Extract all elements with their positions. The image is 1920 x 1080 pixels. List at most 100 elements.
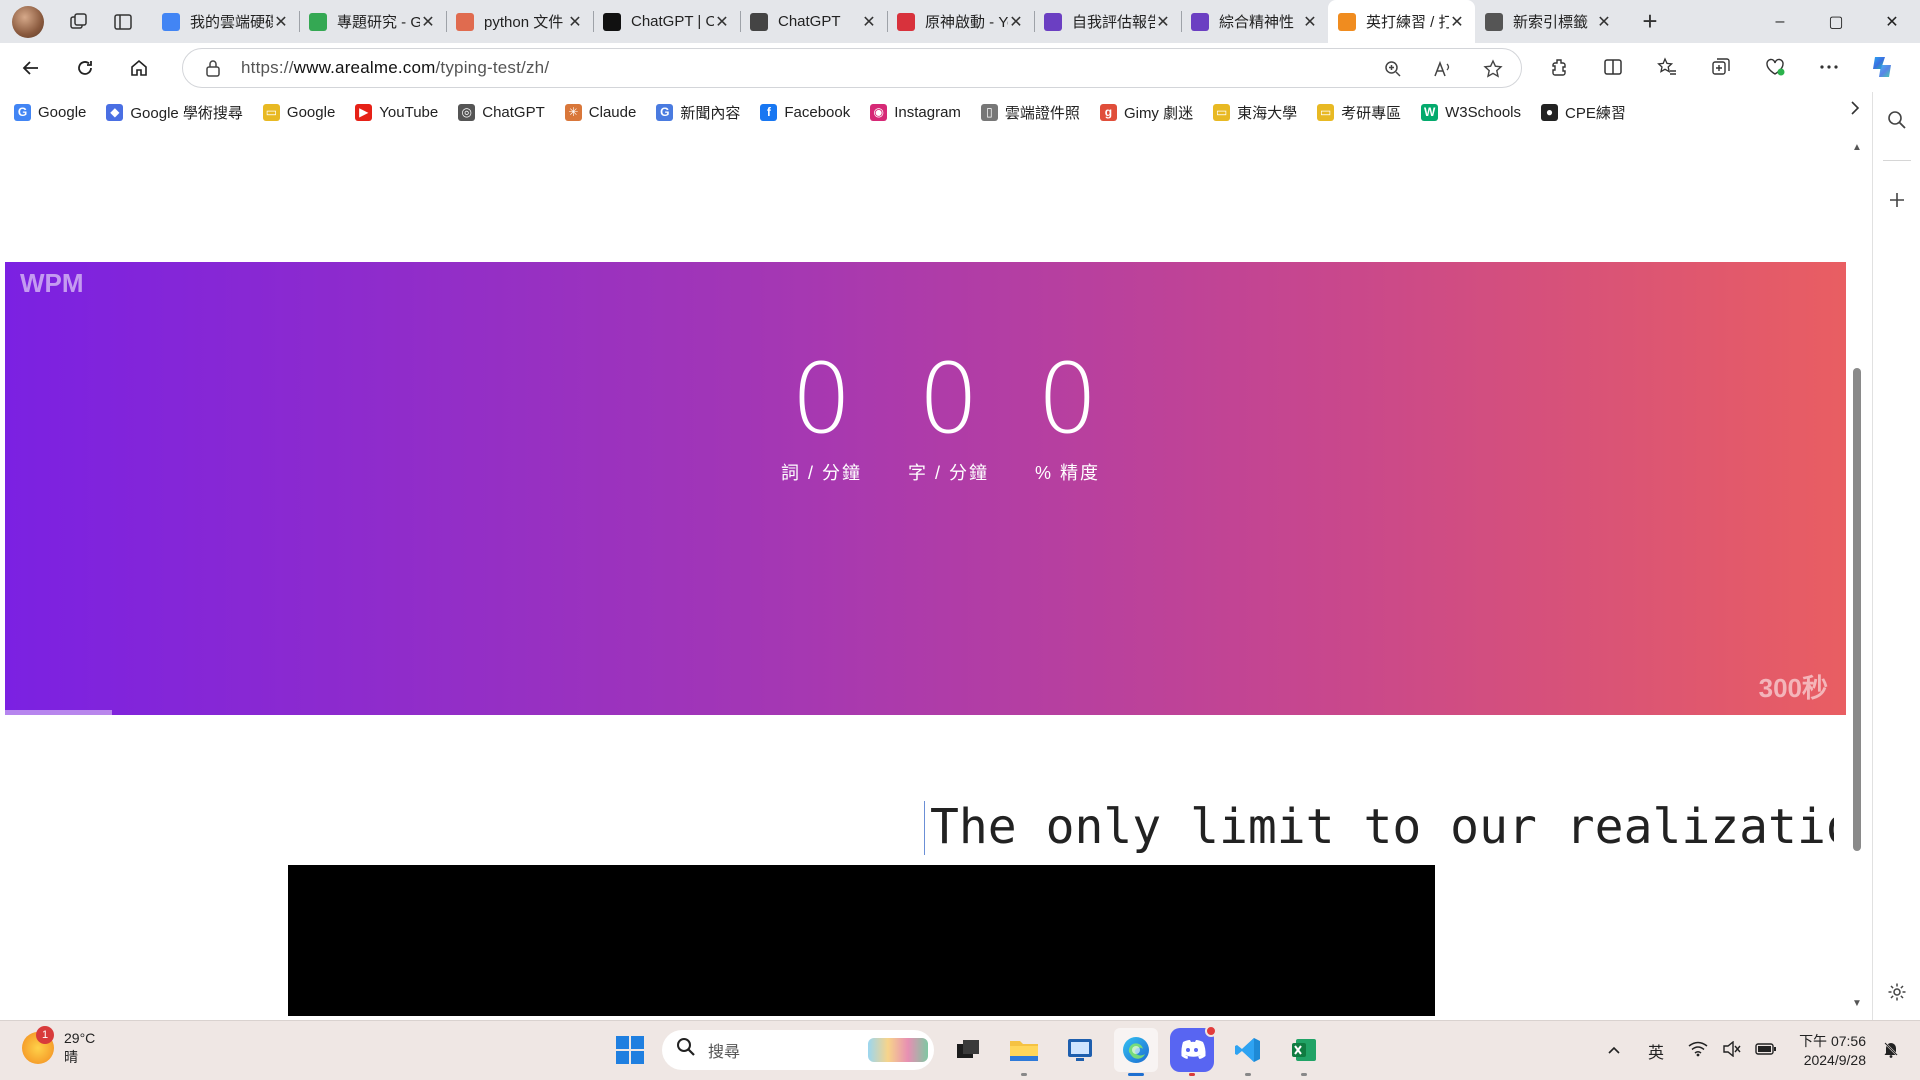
bookmark-item[interactable]: G Google bbox=[14, 103, 86, 121]
tab-close-icon[interactable]: ✕ bbox=[1008, 12, 1024, 32]
bookmark-favicon-icon: ✳ bbox=[564, 103, 582, 121]
bookmark-item[interactable]: ◎ ChatGPT bbox=[458, 103, 545, 121]
bookmark-item[interactable]: ▯ 雲端證件照 bbox=[980, 102, 1080, 123]
bookmark-item[interactable]: ▭ 東海大學 bbox=[1213, 102, 1297, 123]
address-bar[interactable]: https://www.arealme.com/typing-test/zh/ bbox=[182, 48, 1522, 88]
collections-icon[interactable] bbox=[1700, 47, 1742, 87]
scroll-up-arrow-icon[interactable]: ▲ bbox=[1852, 142, 1862, 153]
tab-close-icon[interactable]: ✕ bbox=[273, 12, 289, 32]
tab-close-icon[interactable]: ✕ bbox=[1449, 12, 1465, 32]
split-screen-icon[interactable] bbox=[1592, 47, 1634, 87]
scroll-thumb[interactable] bbox=[1853, 368, 1861, 851]
browser-essentials-icon[interactable] bbox=[1754, 47, 1796, 87]
stat-label: 字 / 分鐘 bbox=[907, 463, 989, 483]
tab-close-icon[interactable]: ✕ bbox=[1596, 12, 1612, 32]
close-window-button[interactable]: ✕ bbox=[1864, 0, 1920, 43]
sidebar-search-icon[interactable] bbox=[1881, 104, 1913, 136]
browser-tab[interactable]: ChatGPT | OpenAI✕ bbox=[593, 0, 740, 43]
page-scrollbar[interactable]: ▲ ▼ bbox=[1848, 136, 1866, 1016]
tab-close-icon[interactable]: ✕ bbox=[714, 12, 730, 32]
browser-tab[interactable]: 自我評估報告 ✕ bbox=[1034, 0, 1181, 43]
bookmark-item[interactable]: f Facebook bbox=[760, 103, 850, 121]
task-view-icon[interactable] bbox=[946, 1028, 990, 1072]
sidebar-divider bbox=[1883, 160, 1911, 161]
bookmark-favicon-icon: ▯ bbox=[980, 103, 998, 121]
file-explorer-icon[interactable] bbox=[1002, 1028, 1046, 1076]
typing-text-line[interactable]: The only limit to our realization of bbox=[924, 797, 1834, 857]
start-windows-icon[interactable] bbox=[610, 1030, 650, 1070]
battery-charging-icon[interactable] bbox=[1751, 1042, 1781, 1061]
notification-bell-icon[interactable] bbox=[1876, 1040, 1906, 1063]
stat-chars-per-minute: 0 字 / 分鐘 bbox=[908, 347, 989, 485]
excel-icon[interactable] bbox=[1282, 1028, 1326, 1076]
scroll-down-arrow-icon[interactable]: ▼ bbox=[1852, 998, 1862, 1009]
extensions-icon[interactable] bbox=[1538, 47, 1580, 87]
tab-close-icon[interactable]: ✕ bbox=[567, 12, 583, 32]
maximize-button[interactable]: ▢ bbox=[1808, 0, 1864, 43]
tab-close-icon[interactable]: ✕ bbox=[1155, 12, 1171, 32]
weather-widget[interactable]: 1 29°C 晴 bbox=[22, 1026, 95, 1067]
tab-title: 綜合精神性 bbox=[1219, 14, 1295, 31]
stats-row: 0 詞 / 分鐘 0 字 / 分鐘 0 % 精度 bbox=[35, 347, 1846, 485]
lock-icon[interactable] bbox=[203, 58, 223, 78]
browser-tab[interactable]: python 文件 ✕ bbox=[446, 0, 593, 43]
minimize-button[interactable]: – bbox=[1752, 0, 1808, 43]
edge-browser-icon[interactable] bbox=[1114, 1028, 1158, 1076]
browser-tab[interactable]: 專題研究 - Google✕ bbox=[299, 0, 446, 43]
taskbar-search-box[interactable]: 搜尋 bbox=[662, 1030, 934, 1070]
favorite-star-icon[interactable] bbox=[1477, 53, 1509, 85]
refresh-button[interactable] bbox=[61, 48, 109, 88]
profile-avatar[interactable] bbox=[12, 5, 44, 38]
bookmark-label: 雲端證件照 bbox=[1004, 104, 1080, 122]
bookmark-item[interactable]: W W3Schools bbox=[1421, 103, 1522, 121]
url-text[interactable]: https://www.arealme.com/typing-test/zh/ bbox=[241, 58, 549, 78]
notification-badge: 1 bbox=[36, 1026, 54, 1044]
favorites-icon[interactable] bbox=[1646, 47, 1688, 87]
bookmark-item[interactable]: ● CPE練習 bbox=[1541, 102, 1626, 123]
browser-tab[interactable]: 我的雲端硬碟 ✕ bbox=[152, 0, 299, 43]
vscode-icon[interactable] bbox=[1226, 1028, 1270, 1076]
bookmark-label: W3Schools bbox=[1445, 103, 1522, 121]
wifi-icon[interactable] bbox=[1683, 1041, 1713, 1062]
vertical-tabs-icon[interactable] bbox=[110, 9, 136, 35]
remote-desktop-icon[interactable] bbox=[1058, 1028, 1102, 1072]
bookmark-item[interactable]: ◆ Google 學術搜尋 bbox=[106, 102, 243, 123]
browser-tab[interactable]: 英打練習 / 打字✕ bbox=[1328, 0, 1475, 43]
bookmark-item[interactable]: g Gimy 劇迷 bbox=[1099, 102, 1193, 123]
home-icon bbox=[131, 59, 147, 76]
tab-close-icon[interactable]: ✕ bbox=[861, 12, 877, 32]
bookmark-item[interactable]: ◉ Instagram bbox=[870, 103, 961, 121]
bookmark-label: ChatGPT bbox=[482, 103, 545, 121]
sidebar-settings-gear-icon[interactable] bbox=[1881, 976, 1913, 1008]
browser-tab[interactable]: ChatGPT ✕ bbox=[740, 0, 887, 43]
bookmark-item[interactable]: ▭ Google bbox=[262, 103, 335, 121]
discord-icon[interactable] bbox=[1170, 1025, 1217, 1076]
more-menu-icon[interactable] bbox=[1808, 47, 1850, 87]
sidebar-add-icon[interactable] bbox=[1881, 184, 1913, 216]
show-hidden-icons-chevron-icon[interactable] bbox=[1599, 1042, 1629, 1060]
bookmark-item[interactable]: ▶ YouTube bbox=[355, 103, 438, 121]
browser-tab[interactable]: 綜合精神性 ✕ bbox=[1181, 0, 1328, 43]
tab-close-icon[interactable]: ✕ bbox=[1302, 12, 1318, 32]
bookmark-item[interactable]: G 新聞內容 bbox=[656, 102, 740, 123]
bookmark-item[interactable]: ▭ 考研專區 bbox=[1317, 102, 1401, 123]
page-content: WPM 0 詞 / 分鐘 0 字 / 分鐘 0 % 精度 300秒 The on… bbox=[5, 136, 1846, 1016]
tab-close-icon[interactable]: ✕ bbox=[420, 12, 436, 32]
new-tab-button[interactable]: + bbox=[1630, 2, 1670, 42]
refresh-icon bbox=[78, 60, 92, 75]
browser-tab[interactable]: 新索引標籤 ✕ bbox=[1475, 0, 1622, 43]
bookmarks-overflow-chevron-icon[interactable] bbox=[1850, 100, 1860, 121]
bookmark-favicon-icon: G bbox=[656, 103, 674, 121]
read-aloud-icon[interactable] bbox=[1427, 53, 1459, 85]
workspaces-icon[interactable] bbox=[66, 9, 92, 35]
taskbar-clock[interactable]: 下午 07:56 2024/9/28 bbox=[1799, 1032, 1866, 1070]
back-button[interactable] bbox=[7, 48, 55, 88]
home-button[interactable] bbox=[115, 48, 163, 88]
browser-tab[interactable]: 原神啟動 - YouTube✕ bbox=[887, 0, 1034, 43]
bookmark-item[interactable]: ✳ Claude bbox=[564, 103, 636, 121]
volume-muted-icon[interactable] bbox=[1717, 1040, 1747, 1062]
input-method-indicator[interactable]: 英 bbox=[1641, 1039, 1671, 1063]
copilot-icon[interactable] bbox=[1862, 47, 1904, 87]
zoom-icon[interactable] bbox=[1377, 53, 1409, 85]
running-indicator bbox=[1189, 1073, 1195, 1076]
